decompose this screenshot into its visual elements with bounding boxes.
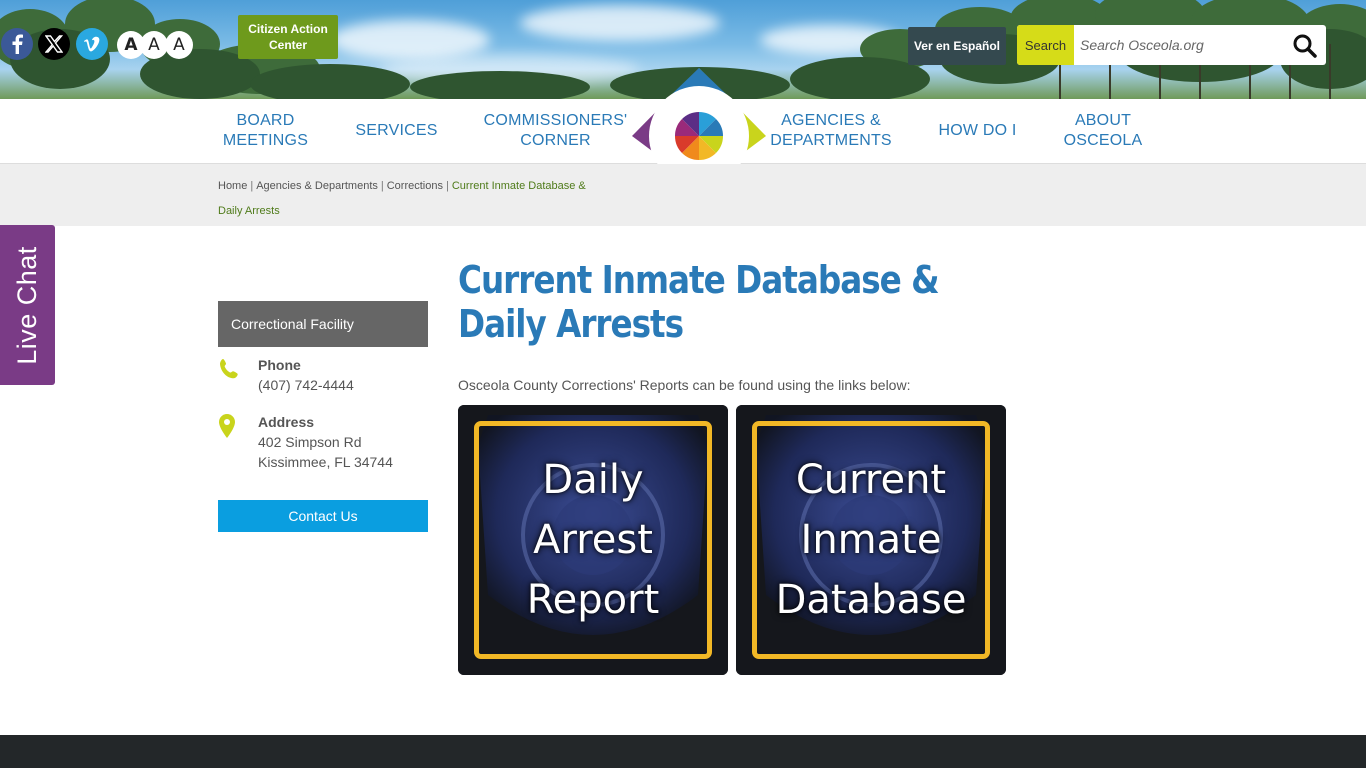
address-label: Address xyxy=(258,414,315,430)
address-line-2: Kissimmee, FL 34744 xyxy=(258,454,393,470)
vimeo-icon[interactable] xyxy=(76,28,108,60)
breadcrumb-corrections[interactable]: Corrections xyxy=(387,180,443,192)
x-twitter-icon[interactable] xyxy=(38,28,70,60)
search-icon[interactable] xyxy=(1292,33,1318,59)
font-size-medium-button[interactable]: A xyxy=(140,31,168,59)
daily-arrest-report-tile[interactable]: Daily Arrest Report xyxy=(458,405,728,675)
phone-number[interactable]: (407) 742-4444 xyxy=(258,375,354,395)
font-size-small-button[interactable]: A xyxy=(165,31,193,59)
breadcrumb-bar xyxy=(0,164,1366,226)
current-inmate-database-tile[interactable]: Current Inmate Database xyxy=(736,405,1006,675)
facebook-icon[interactable] xyxy=(1,28,33,60)
phone-icon xyxy=(220,359,238,379)
sidebar-title: Correctional Facility xyxy=(218,301,428,347)
nav-about-osceola[interactable]: ABOUT OSCEOLA xyxy=(1053,99,1153,163)
spanish-language-button[interactable]: Ver en Español xyxy=(908,27,1006,65)
citizen-action-center-button[interactable]: Citizen Action Center xyxy=(238,15,338,59)
location-pin-icon xyxy=(219,414,235,438)
nav-commissioners-corner[interactable]: COMMISSIONERS' CORNER xyxy=(478,99,633,163)
daily-arrest-report-label: Daily Arrest Report xyxy=(526,457,660,623)
breadcrumb-agencies[interactable]: Agencies & Departments xyxy=(256,180,378,192)
phone-label: Phone xyxy=(258,357,301,373)
live-chat-button[interactable]: Live Chat xyxy=(0,225,55,385)
page-title: Current Inmate Database & Daily Arrests xyxy=(458,258,940,346)
search-input[interactable] xyxy=(1074,25,1289,65)
contact-us-button[interactable]: Contact Us xyxy=(218,500,428,532)
current-inmate-database-label: Current Inmate Database xyxy=(775,457,967,623)
live-chat-label: Live Chat xyxy=(12,245,43,365)
nav-board-meetings[interactable]: BOARD MEETINGS xyxy=(208,99,323,163)
search-label: Search xyxy=(1017,25,1074,65)
nav-how-do-i[interactable]: HOW DO I xyxy=(925,99,1030,163)
breadcrumb: Home | Agencies & Departments | Corrections |… xyxy=(218,180,586,217)
breadcrumb-home[interactable]: Home xyxy=(218,180,247,192)
nav-services[interactable]: SERVICES xyxy=(340,99,453,163)
address-line-1: 402 Simpson Rd xyxy=(258,434,362,450)
search-bar: Search xyxy=(1017,25,1326,65)
nav-agencies-departments[interactable]: AGENCIES & DEPARTMENTS xyxy=(766,99,896,163)
footer xyxy=(0,735,1366,768)
intro-text: Osceola County Corrections' Reports can … xyxy=(458,377,911,393)
